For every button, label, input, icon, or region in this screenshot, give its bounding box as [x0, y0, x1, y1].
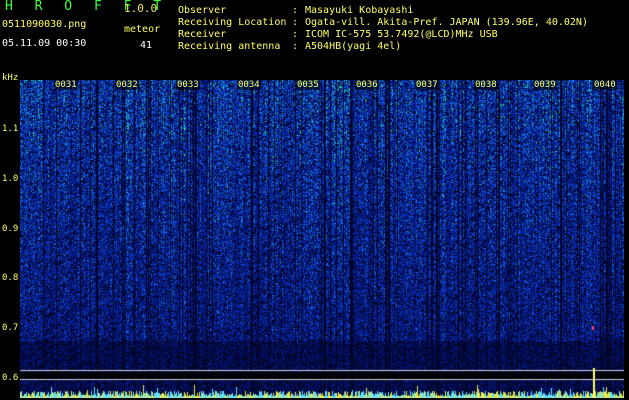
ytick-0-9: 0.9: [2, 224, 19, 234]
observer-colon: :: [292, 5, 299, 16]
minute-mark: 0033: [176, 80, 200, 90]
ytick-1-0: 1.0: [2, 174, 19, 184]
minute-mark: 0036: [355, 80, 379, 90]
antenna-value: A504HB(yagi 4el): [305, 41, 402, 52]
minute-mark: 0032: [115, 80, 139, 90]
minute-mark: 0034: [237, 80, 261, 90]
ytick-0-8: 0.8: [2, 273, 19, 283]
header-panel: H R O F F T 1.0.0 0511090030.png 05.11.0…: [0, 0, 629, 78]
spectrogram-canvas[interactable]: [20, 80, 624, 398]
app-version: 1.0.0: [124, 2, 158, 15]
location-colon: :: [292, 17, 299, 28]
ytick-0-6: 0.6: [2, 373, 19, 383]
ytick-1-1: 1.1: [2, 124, 19, 134]
minute-mark: 0039: [533, 80, 557, 90]
minute-mark: 0031: [54, 80, 78, 90]
receiver-colon: :: [292, 29, 299, 40]
meteor-label: meteor: [124, 24, 161, 35]
receiver-value: ICOM IC-575 53.7492(@LCD)MHz USB: [305, 29, 498, 40]
meteor-count: 41: [140, 40, 153, 51]
file-name: 0511090030.png: [2, 19, 87, 30]
frequency-unit: kHz: [2, 73, 19, 83]
file-datetime: 05.11.09 00:30: [2, 38, 87, 49]
ytick-0-7: 0.7: [2, 323, 19, 333]
minute-mark: 0035: [296, 80, 320, 90]
location-value: Ogata-vill. Akita-Pref. JAPAN (139.96E, …: [305, 17, 588, 28]
observer-value: Masayuki Kobayashi: [305, 5, 414, 16]
antenna-label: Receiving antenna: [178, 41, 281, 52]
receiver-label: Receiver: [178, 29, 227, 40]
minute-mark: 0037: [415, 80, 439, 90]
minute-mark: 0038: [474, 80, 498, 90]
location-label: Receiving Location: [178, 17, 287, 28]
minute-mark: 0040: [593, 80, 617, 90]
spectrogram-area[interactable]: [20, 80, 624, 398]
antenna-colon: :: [292, 41, 299, 52]
observer-label: Observer: [178, 5, 227, 16]
